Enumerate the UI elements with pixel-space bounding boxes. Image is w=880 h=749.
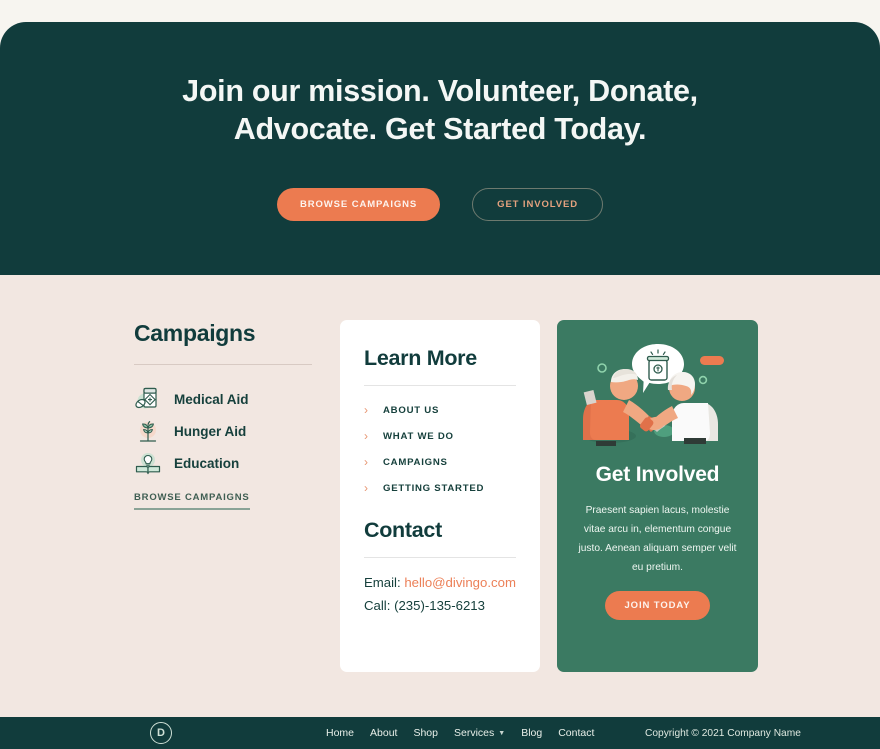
sprout-plant-icon [134,417,162,445]
hero-section: Join our mission. Volunteer, Donate, Adv… [0,22,880,275]
list-item[interactable]: › WHAT WE DO [364,423,516,449]
contact-divider [364,557,516,558]
campaign-label: Hunger Aid [174,423,247,439]
link-label: ABOUT US [383,404,440,416]
learn-more-title: Learn More [364,346,477,370]
chevron-right-icon: › [364,403,368,417]
hero-button-group: BROWSE CAMPAIGNS GET INVOLVED [277,188,603,221]
chevron-right-icon: › [364,455,368,469]
campaigns-title: Campaigns [134,320,256,346]
list-item[interactable]: › GETTING STARTED [364,475,516,501]
campaign-label: Education [174,455,240,471]
footer-link-shop[interactable]: Shop [413,727,438,739]
learn-more-divider [364,385,516,386]
email-value[interactable]: hello@divingo.com [404,575,516,590]
footer-link-services-label: Services [454,727,495,739]
link-label: CAMPAIGNS [383,456,448,468]
footer: D Home About Shop Services ▼ Blog Contac… [0,717,880,749]
chevron-right-icon: › [364,481,368,495]
get-involved-body: Praesent sapien lacus, molestie vitae ar… [578,505,737,573]
browse-campaigns-link[interactable]: BROWSE CAMPAIGNS [134,492,250,510]
contact-email-row: Email: hello@divingo.com [364,571,516,594]
list-item[interactable]: Medical Aid [134,383,312,415]
list-item[interactable]: › ABOUT US [364,397,516,423]
list-item[interactable]: › CAMPAIGNS [364,449,516,475]
learn-more-link-list: › ABOUT US › WHAT WE DO › CAMPAIGNS › GE… [364,397,516,501]
link-label: WHAT WE DO [383,430,454,442]
learn-more-card: Learn More › ABOUT US › WHAT WE DO › CAM… [340,320,540,672]
footer-link-contact[interactable]: Contact [558,727,594,739]
footer-link-about[interactable]: About [370,727,397,739]
footer-link-services[interactable]: Services ▼ [454,727,505,739]
two-people-handshake-donation-jar-illustration [572,338,744,455]
contact-title: Contact [364,518,442,542]
get-involved-card: Get Involved Praesent sapien lacus, mole… [557,320,758,672]
join-today-button[interactable]: JOIN TODAY [605,591,710,620]
campaigns-divider [134,364,312,365]
contact-details: Email: hello@divingo.com Call: (235)-135… [364,571,516,617]
divi-logo-icon[interactable]: D [150,722,172,744]
link-label: GETTING STARTED [383,482,485,494]
footer-nav: Home About Shop Services ▼ Blog Contact [326,727,594,739]
get-involved-button[interactable]: GET INVOLVED [472,188,603,221]
chevron-right-icon: › [364,429,368,443]
open-book-lightbulb-icon [134,449,162,477]
email-label: Email: [364,575,401,590]
campaigns-list: Medical Aid Hunger Aid Education [134,383,312,479]
footer-link-home[interactable]: Home [326,727,354,739]
phone-value[interactable]: (235)-135-6213 [394,598,485,613]
footer-link-blog[interactable]: Blog [521,727,542,739]
chevron-down-icon: ▼ [498,729,506,737]
main-content: Campaigns Medical Aid Hunger Aid Educati… [0,275,880,717]
browse-campaigns-button[interactable]: BROWSE CAMPAIGNS [277,188,441,221]
page-title: Join our mission. Volunteer, Donate, Adv… [182,74,698,146]
copyright-text: Copyright © 2021 Company Name [645,727,801,739]
campaigns-column: Campaigns Medical Aid Hunger Aid Educati… [134,320,312,510]
list-item[interactable]: Education [134,447,312,479]
campaign-label: Medical Aid [174,391,249,407]
list-item[interactable]: Hunger Aid [134,415,312,447]
medicine-box-icon [134,385,162,413]
phone-label: Call: [364,598,391,613]
contact-phone-row: Call: (235)-135-6213 [364,594,516,617]
get-involved-title: Get Involved [595,463,720,486]
